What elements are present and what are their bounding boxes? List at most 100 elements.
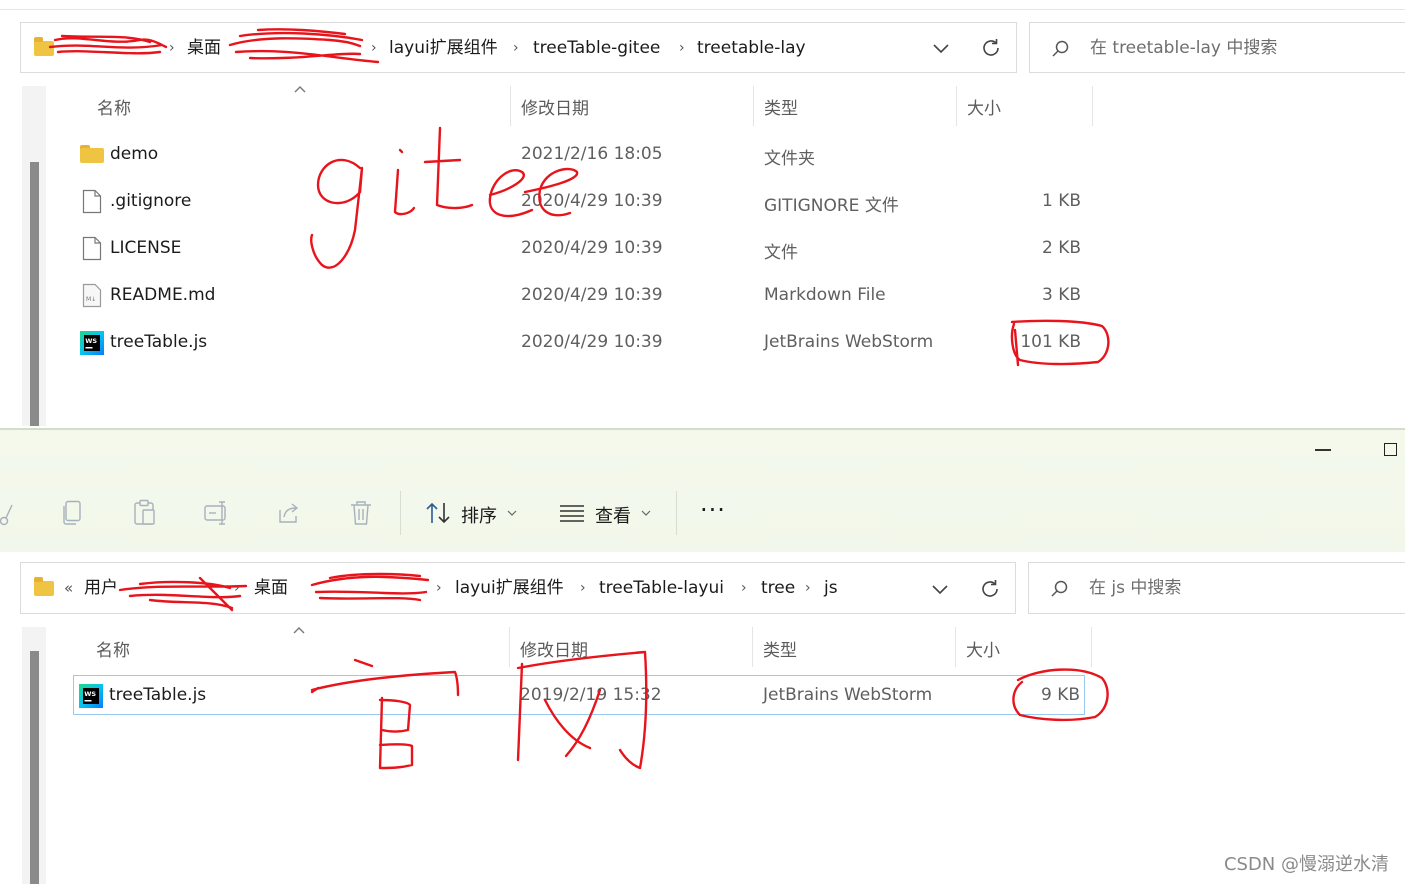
file-size: 3 KB [1041, 285, 1081, 305]
markdown-file-icon: M↓ [82, 283, 102, 308]
breadcrumb-treetable-gitee[interactable]: treeTable-gitee [533, 23, 660, 74]
sort-button[interactable]: 排序 [461, 502, 497, 528]
view-icon [560, 505, 584, 522]
breadcrumb-users[interactable]: 用户 [84, 563, 118, 614]
file-size: 1 KB [1041, 191, 1081, 211]
column-divider[interactable] [753, 86, 754, 126]
rename-icon[interactable] [203, 500, 231, 526]
column-header-type[interactable]: 类型 [763, 636, 797, 661]
column-header-size[interactable]: 大小 [966, 636, 1000, 661]
file-icon [82, 189, 102, 214]
file-date: 2021/2/16 18:05 [521, 144, 663, 164]
more-options-button[interactable]: ··· [700, 496, 726, 524]
breadcrumb-separator[interactable]: › [169, 23, 175, 74]
search-icon [1052, 40, 1069, 57]
share-icon[interactable] [276, 500, 302, 526]
file-icon [82, 236, 102, 261]
svg-text:WS: WS [85, 337, 97, 345]
column-divider[interactable] [1091, 627, 1092, 667]
breadcrumb-desktop[interactable]: 桌面 [187, 23, 221, 74]
breadcrumb-desktop[interactable]: 桌面 [254, 563, 288, 614]
file-date: 2020/4/29 10:39 [521, 238, 663, 258]
column-divider[interactable] [956, 86, 957, 126]
scrollbar-thumb[interactable] [30, 162, 39, 426]
annotation-gitee [393, 168, 416, 216]
refresh-icon[interactable] [978, 577, 1002, 601]
file-type: 文件 [764, 243, 798, 263]
toolbar-separator [676, 491, 677, 535]
delete-icon[interactable] [349, 499, 373, 527]
file-name[interactable]: treeTable.js [109, 685, 206, 705]
view-button[interactable]: 查看 [595, 502, 631, 528]
breadcrumb-separator[interactable]: › [741, 563, 747, 614]
breadcrumb-overflow[interactable]: « [64, 563, 73, 614]
annotation-gitee [398, 148, 404, 154]
file-type: 文件夹 [764, 149, 815, 169]
breadcrumb-separator[interactable]: › [234, 563, 240, 614]
breadcrumb-separator[interactable]: › [371, 23, 377, 74]
paste-icon[interactable] [132, 499, 158, 527]
bottom-search-box[interactable]: 在 js 中搜索 [1028, 562, 1405, 614]
bottom-address-bar[interactable]: « 用户 › 桌面 › layui扩展组件 › treeTable-layui … [20, 562, 1016, 614]
breadcrumb-layui-ext[interactable]: layui扩展组件 [389, 23, 498, 74]
chevron-down-icon[interactable] [931, 38, 951, 58]
breadcrumb-separator[interactable]: › [436, 563, 442, 614]
breadcrumb-layui-ext[interactable]: layui扩展组件 [455, 563, 564, 614]
file-size: 2 KB [1041, 238, 1081, 258]
top-address-bar[interactable]: › 桌面 › layui扩展组件 › treeTable-gitee › tre… [20, 22, 1017, 73]
refresh-icon[interactable] [979, 36, 1003, 60]
column-header-name[interactable]: 名称 [97, 94, 131, 119]
column-divider[interactable] [509, 627, 510, 667]
file-name[interactable]: treeTable.js [110, 332, 207, 352]
file-name[interactable]: demo [110, 144, 158, 164]
column-header-date[interactable]: 修改日期 [520, 636, 588, 661]
column-header-name[interactable]: 名称 [96, 636, 130, 661]
sort-icon [426, 502, 450, 524]
file-name[interactable]: LICENSE [110, 238, 181, 258]
column-divider[interactable] [1092, 86, 1093, 126]
search-placeholder: 在 js 中搜索 [1089, 578, 1182, 598]
file-type: JetBrains WebStorm [764, 332, 934, 352]
breadcrumb-tree[interactable]: tree [761, 563, 795, 614]
nav-pane-scrollbar[interactable] [22, 627, 46, 884]
breadcrumb-separator[interactable]: › [805, 563, 811, 614]
column-divider[interactable] [510, 86, 511, 126]
top-search-box[interactable]: 在 treetable-lay 中搜索 [1029, 22, 1405, 73]
file-date: 2020/4/29 10:39 [521, 285, 663, 305]
svg-text:M↓: M↓ [86, 296, 96, 303]
toolbar-separator [400, 491, 401, 535]
annotation-gitee [310, 158, 364, 269]
nav-pane-scrollbar[interactable] [22, 86, 46, 426]
column-divider[interactable] [752, 627, 753, 667]
file-date: 2020/4/29 10:39 [521, 332, 663, 352]
breadcrumb-js[interactable]: js [824, 563, 838, 614]
column-divider[interactable] [955, 627, 956, 667]
column-header-date[interactable]: 修改日期 [521, 94, 589, 119]
file-name[interactable]: .gitignore [110, 191, 191, 211]
svg-text:WS: WS [84, 690, 96, 698]
column-header-size[interactable]: 大小 [967, 94, 1001, 119]
scrollbar-thumb[interactable] [30, 651, 39, 884]
breadcrumb-treetable-layui[interactable]: treeTable-layui [599, 563, 724, 614]
chevron-down-icon[interactable] [930, 579, 950, 599]
cut-icon[interactable] [0, 499, 14, 527]
minimize-button[interactable] [1315, 449, 1331, 451]
search-icon [1051, 580, 1068, 597]
annotation-gitee [423, 126, 474, 210]
file-type: Markdown File [764, 285, 886, 305]
breadcrumb-separator[interactable]: › [513, 23, 519, 74]
breadcrumb-separator[interactable]: › [580, 563, 586, 614]
file-date: 2020/4/29 10:39 [521, 191, 663, 211]
file-type: GITIGNORE 文件 [764, 196, 899, 216]
file-name[interactable]: README.md [110, 285, 215, 305]
bottom-window-chrome [0, 428, 1405, 552]
chevron-down-icon[interactable] [640, 508, 652, 518]
column-header-type[interactable]: 类型 [764, 94, 798, 119]
breadcrumb-separator[interactable]: › [679, 23, 685, 74]
chevron-down-icon[interactable] [506, 508, 518, 518]
folder-icon [80, 145, 104, 163]
top-window-edge [0, 0, 1405, 10]
copy-icon[interactable] [61, 500, 85, 526]
maximize-button[interactable] [1384, 443, 1397, 456]
breadcrumb-treetable-lay[interactable]: treetable-lay [697, 23, 806, 74]
